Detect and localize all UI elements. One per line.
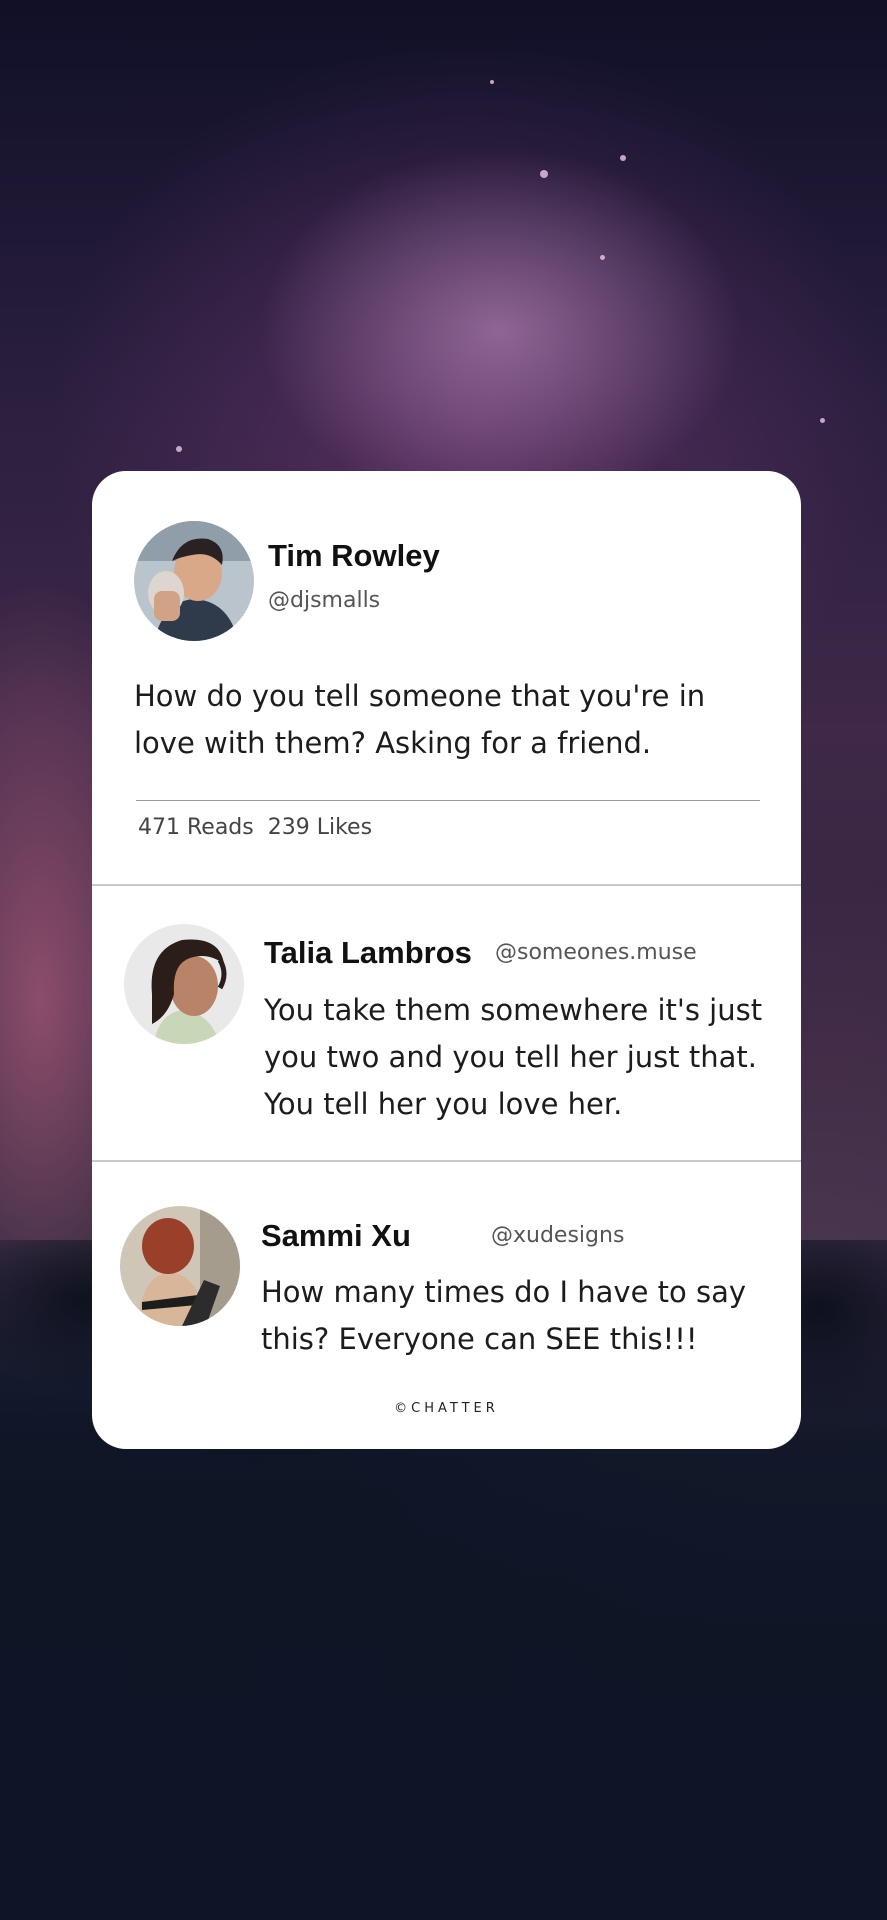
chatter-post-card: Tim Rowley @djsmalls How do you tell som… xyxy=(92,471,801,1449)
reply-divider xyxy=(92,884,801,886)
reply-author-name[interactable]: Sammi Xu xyxy=(261,1218,411,1254)
post-author-name[interactable]: Tim Rowley xyxy=(268,538,440,574)
background-spark xyxy=(620,155,626,161)
reply-text: How many times do I have to say this? Ev… xyxy=(261,1275,746,1356)
background-spark xyxy=(820,418,825,423)
reads-count: 471 Reads xyxy=(138,815,254,840)
post-stats-rule xyxy=(136,800,760,801)
background-spark xyxy=(600,255,605,260)
background-spark xyxy=(490,80,494,84)
post-author-handle[interactable]: @djsmalls xyxy=(268,588,380,613)
post-stats: 471 Reads 239 Likes xyxy=(138,815,372,840)
reply-author-handle[interactable]: @someones.muse xyxy=(495,940,697,965)
avatar-image xyxy=(124,924,244,1044)
likes-count: 239 Likes xyxy=(267,815,373,840)
chatter-brand-footer: ©CHATTER xyxy=(394,1401,499,1416)
reply-author-handle[interactable]: @xudesigns xyxy=(491,1223,624,1248)
reply-text: You take them somewhere it's just you tw… xyxy=(264,993,763,1121)
reply-divider xyxy=(92,1160,801,1162)
background-spark xyxy=(176,446,182,452)
avatar-image xyxy=(134,521,254,641)
avatar-image xyxy=(120,1206,240,1326)
sammi-xu-avatar[interactable] xyxy=(120,1206,240,1326)
post-text: How do you tell someone that you're in l… xyxy=(134,679,706,760)
tim-rowley-avatar[interactable] xyxy=(134,521,254,641)
reply-author-name[interactable]: Talia Lambros xyxy=(264,935,472,971)
talia-lambros-avatar[interactable] xyxy=(124,924,244,1044)
background-spark xyxy=(540,170,548,178)
